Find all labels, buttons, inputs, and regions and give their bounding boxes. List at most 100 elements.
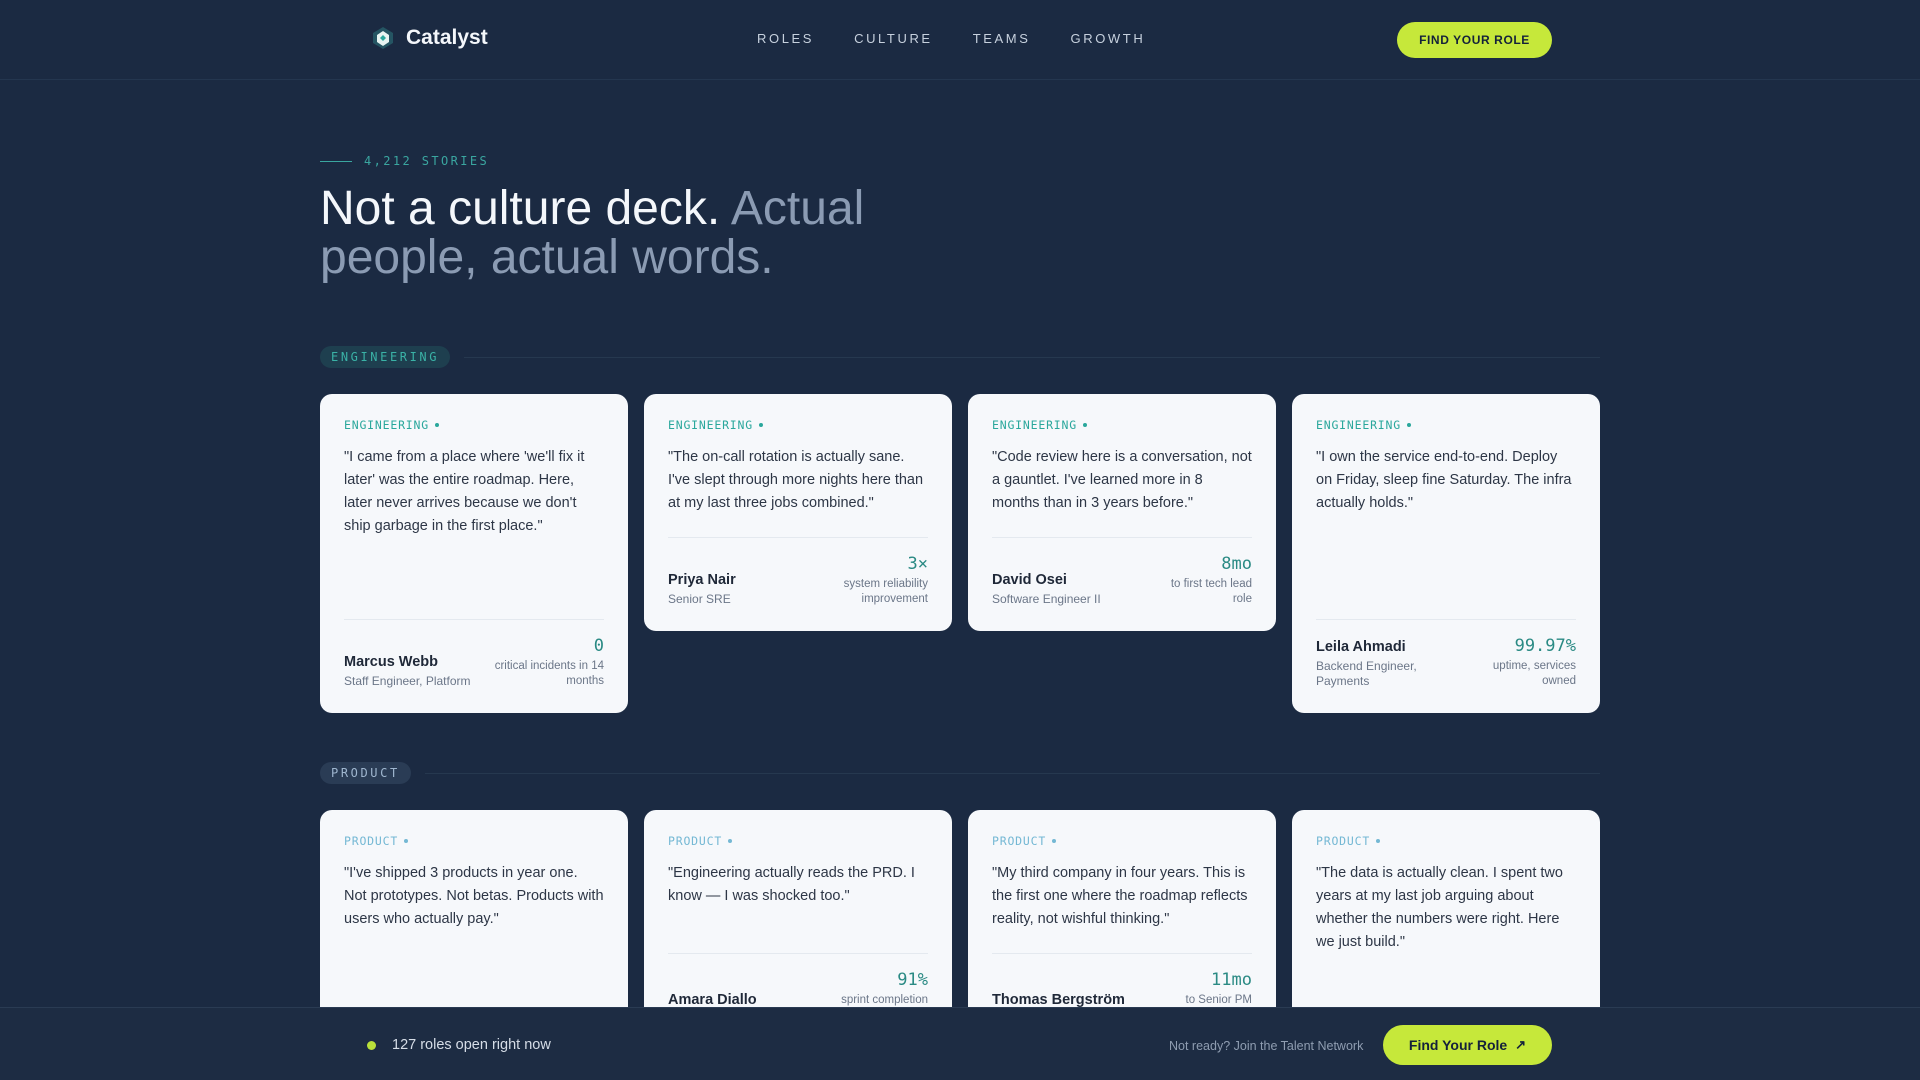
category-dot-icon bbox=[758, 423, 763, 427]
catalyst-logo-icon bbox=[373, 27, 393, 49]
category-dot-icon bbox=[1376, 839, 1381, 843]
metric-value: 3× bbox=[907, 554, 928, 574]
metric-label: uptime, services owned bbox=[1492, 660, 1576, 687]
header-find-role-button[interactable]: FIND YOUR ROLE bbox=[1397, 22, 1552, 58]
eyebrow-line bbox=[320, 160, 352, 162]
person-name: Priya Nair bbox=[668, 572, 736, 588]
card-category-label: ENGINEERING bbox=[1316, 418, 1401, 432]
bottom-cta-label: Find Your Role bbox=[1408, 1037, 1508, 1053]
card-category: PRODUCT bbox=[668, 834, 928, 848]
engineering-section-header: ENGINEERING bbox=[320, 346, 1600, 368]
metric-label: to first tech lead role bbox=[1170, 578, 1252, 605]
status-dot-icon bbox=[367, 1041, 376, 1050]
person-role: Senior SRE bbox=[668, 592, 731, 606]
metric-label: critical incidents in 14 months bbox=[494, 660, 604, 687]
metric-value: 91% bbox=[897, 970, 928, 990]
card-metric: 3× system reliability improvement bbox=[828, 554, 928, 607]
card-quote: "Engineering actually reads the PRD. I k… bbox=[668, 865, 915, 904]
card-category: PRODUCT bbox=[344, 834, 604, 848]
card-quote: "I came from a place where 'we'll fix it… bbox=[344, 449, 585, 534]
bottom-find-role-button[interactable]: Find Your Role ↗ bbox=[1383, 1025, 1552, 1065]
person-name: Thomas Bergström bbox=[992, 992, 1125, 1008]
sticky-bottom-bar: 127 roles open right now Not ready? Join… bbox=[0, 1007, 1920, 1080]
card-person: Leila Ahmadi Backend Engineer, Payments bbox=[1316, 639, 1436, 689]
card-category: ENGINEERING bbox=[344, 418, 604, 432]
category-dot-icon bbox=[728, 839, 733, 843]
metric-label: sprint completion bbox=[841, 994, 928, 1006]
card-category: ENGINEERING bbox=[668, 418, 928, 432]
person-name: David Osei bbox=[992, 572, 1067, 588]
category-dot-icon bbox=[404, 839, 409, 843]
card-category: ENGINEERING bbox=[992, 418, 1252, 432]
stories-count: 4,212 STORIES bbox=[364, 154, 490, 168]
card-category-label: PRODUCT bbox=[668, 834, 723, 848]
main-nav: ROLES CULTURE TEAMS GROWTH bbox=[757, 31, 1145, 46]
brand[interactable]: Catalyst bbox=[372, 26, 488, 50]
person-name: Marcus Webb bbox=[344, 654, 439, 670]
person-name: Amara Diallo bbox=[668, 992, 757, 1008]
site-header: Catalyst ROLES CULTURE TEAMS GROWTH FIND… bbox=[0, 0, 1920, 80]
card-metric: 11mo to Senior PM bbox=[1152, 970, 1252, 1008]
brand-name: Catalyst bbox=[406, 26, 488, 49]
person-role: Backend Engineer, Payments bbox=[1316, 659, 1417, 688]
card-category: PRODUCT bbox=[992, 834, 1252, 848]
story-card-priya-nair[interactable]: ENGINEERING "The on-call rotation is act… bbox=[644, 394, 952, 631]
card-quote: "I own the service end-to-end. Deploy on… bbox=[1316, 449, 1572, 511]
card-quote: "The data is actually clean. I spent two… bbox=[1316, 865, 1563, 950]
product-section-label: PRODUCT bbox=[320, 762, 411, 784]
story-card-david-osei[interactable]: ENGINEERING "Code review here is a conve… bbox=[968, 394, 1276, 631]
card-person: Thomas Bergström bbox=[992, 992, 1125, 1008]
card-category-label: PRODUCT bbox=[344, 834, 399, 848]
metric-value: 0 bbox=[593, 636, 604, 656]
card-category-label: ENGINEERING bbox=[992, 418, 1077, 432]
section-divider bbox=[464, 356, 1600, 358]
nav-teams[interactable]: TEAMS bbox=[973, 31, 1031, 46]
card-quote: "I've shipped 3 products in year one. No… bbox=[344, 865, 604, 927]
card-footer: David Osei Software Engineer II 8mo to f… bbox=[992, 537, 1252, 607]
hero-title: Not a culture deck. Actual people, actua… bbox=[320, 184, 960, 282]
card-quote: "My third company in four years. This is… bbox=[992, 865, 1248, 927]
metric-value: 8mo bbox=[1221, 554, 1252, 574]
card-quote: "Code review here is a conversation, not… bbox=[992, 449, 1252, 511]
card-metric: 0 critical incidents in 14 months bbox=[489, 636, 604, 689]
card-footer: Leila Ahmadi Backend Engineer, Payments … bbox=[1316, 619, 1576, 689]
engineering-section-label: ENGINEERING bbox=[320, 346, 451, 368]
category-dot-icon bbox=[1406, 423, 1411, 427]
talent-network-link[interactable]: Not ready? Join the Talent Network bbox=[1169, 1039, 1363, 1053]
card-footer: Thomas Bergström 11mo to Senior PM bbox=[992, 953, 1252, 1008]
metric-label: to Senior PM bbox=[1185, 994, 1252, 1006]
category-dot-icon bbox=[1052, 839, 1057, 843]
nav-growth[interactable]: GROWTH bbox=[1071, 31, 1146, 46]
card-metric: 8mo to first tech lead role bbox=[1157, 554, 1252, 607]
category-dot-icon bbox=[434, 423, 439, 427]
metric-label: system reliability improvement bbox=[843, 578, 928, 605]
card-person: Amara Diallo bbox=[668, 992, 757, 1008]
category-dot-icon bbox=[1082, 423, 1087, 427]
nav-roles[interactable]: ROLES bbox=[757, 31, 814, 46]
metric-value: 99.97% bbox=[1514, 636, 1576, 656]
card-person: David Osei Software Engineer II bbox=[992, 572, 1101, 607]
card-category: PRODUCT bbox=[1316, 834, 1576, 848]
person-role: Staff Engineer, Platform bbox=[344, 674, 471, 688]
card-category-label: ENGINEERING bbox=[344, 418, 429, 432]
card-footer: Priya Nair Senior SRE 3× system reliabil… bbox=[668, 537, 928, 607]
hero-title-main: Not a culture deck. bbox=[320, 182, 721, 235]
person-role: Software Engineer II bbox=[992, 592, 1101, 606]
card-category-label: PRODUCT bbox=[992, 834, 1047, 848]
metric-value: 11mo bbox=[1211, 970, 1252, 990]
card-person: Priya Nair Senior SRE bbox=[668, 572, 736, 607]
roles-open-count: 127 roles open right now bbox=[392, 1037, 551, 1053]
card-metric: 99.97% uptime, services owned bbox=[1476, 636, 1576, 689]
story-card-leila-ahmadi[interactable]: ENGINEERING "I own the service end-to-en… bbox=[1292, 394, 1600, 713]
card-footer: Amara Diallo 91% sprint completion bbox=[668, 953, 928, 1008]
card-quote: "The on-call rotation is actually sane. … bbox=[668, 449, 924, 511]
card-category: ENGINEERING bbox=[1316, 418, 1576, 432]
card-category-label: PRODUCT bbox=[1316, 834, 1371, 848]
person-name: Leila Ahmadi bbox=[1316, 639, 1406, 655]
card-metric: 91% sprint completion bbox=[828, 970, 928, 1008]
nav-culture[interactable]: CULTURE bbox=[854, 31, 933, 46]
card-footer: Marcus Webb Staff Engineer, Platform 0 c… bbox=[344, 619, 604, 689]
card-category-label: ENGINEERING bbox=[668, 418, 753, 432]
product-section-header: PRODUCT bbox=[320, 762, 1600, 784]
story-card-marcus-webb[interactable]: ENGINEERING "I came from a place where '… bbox=[320, 394, 628, 713]
